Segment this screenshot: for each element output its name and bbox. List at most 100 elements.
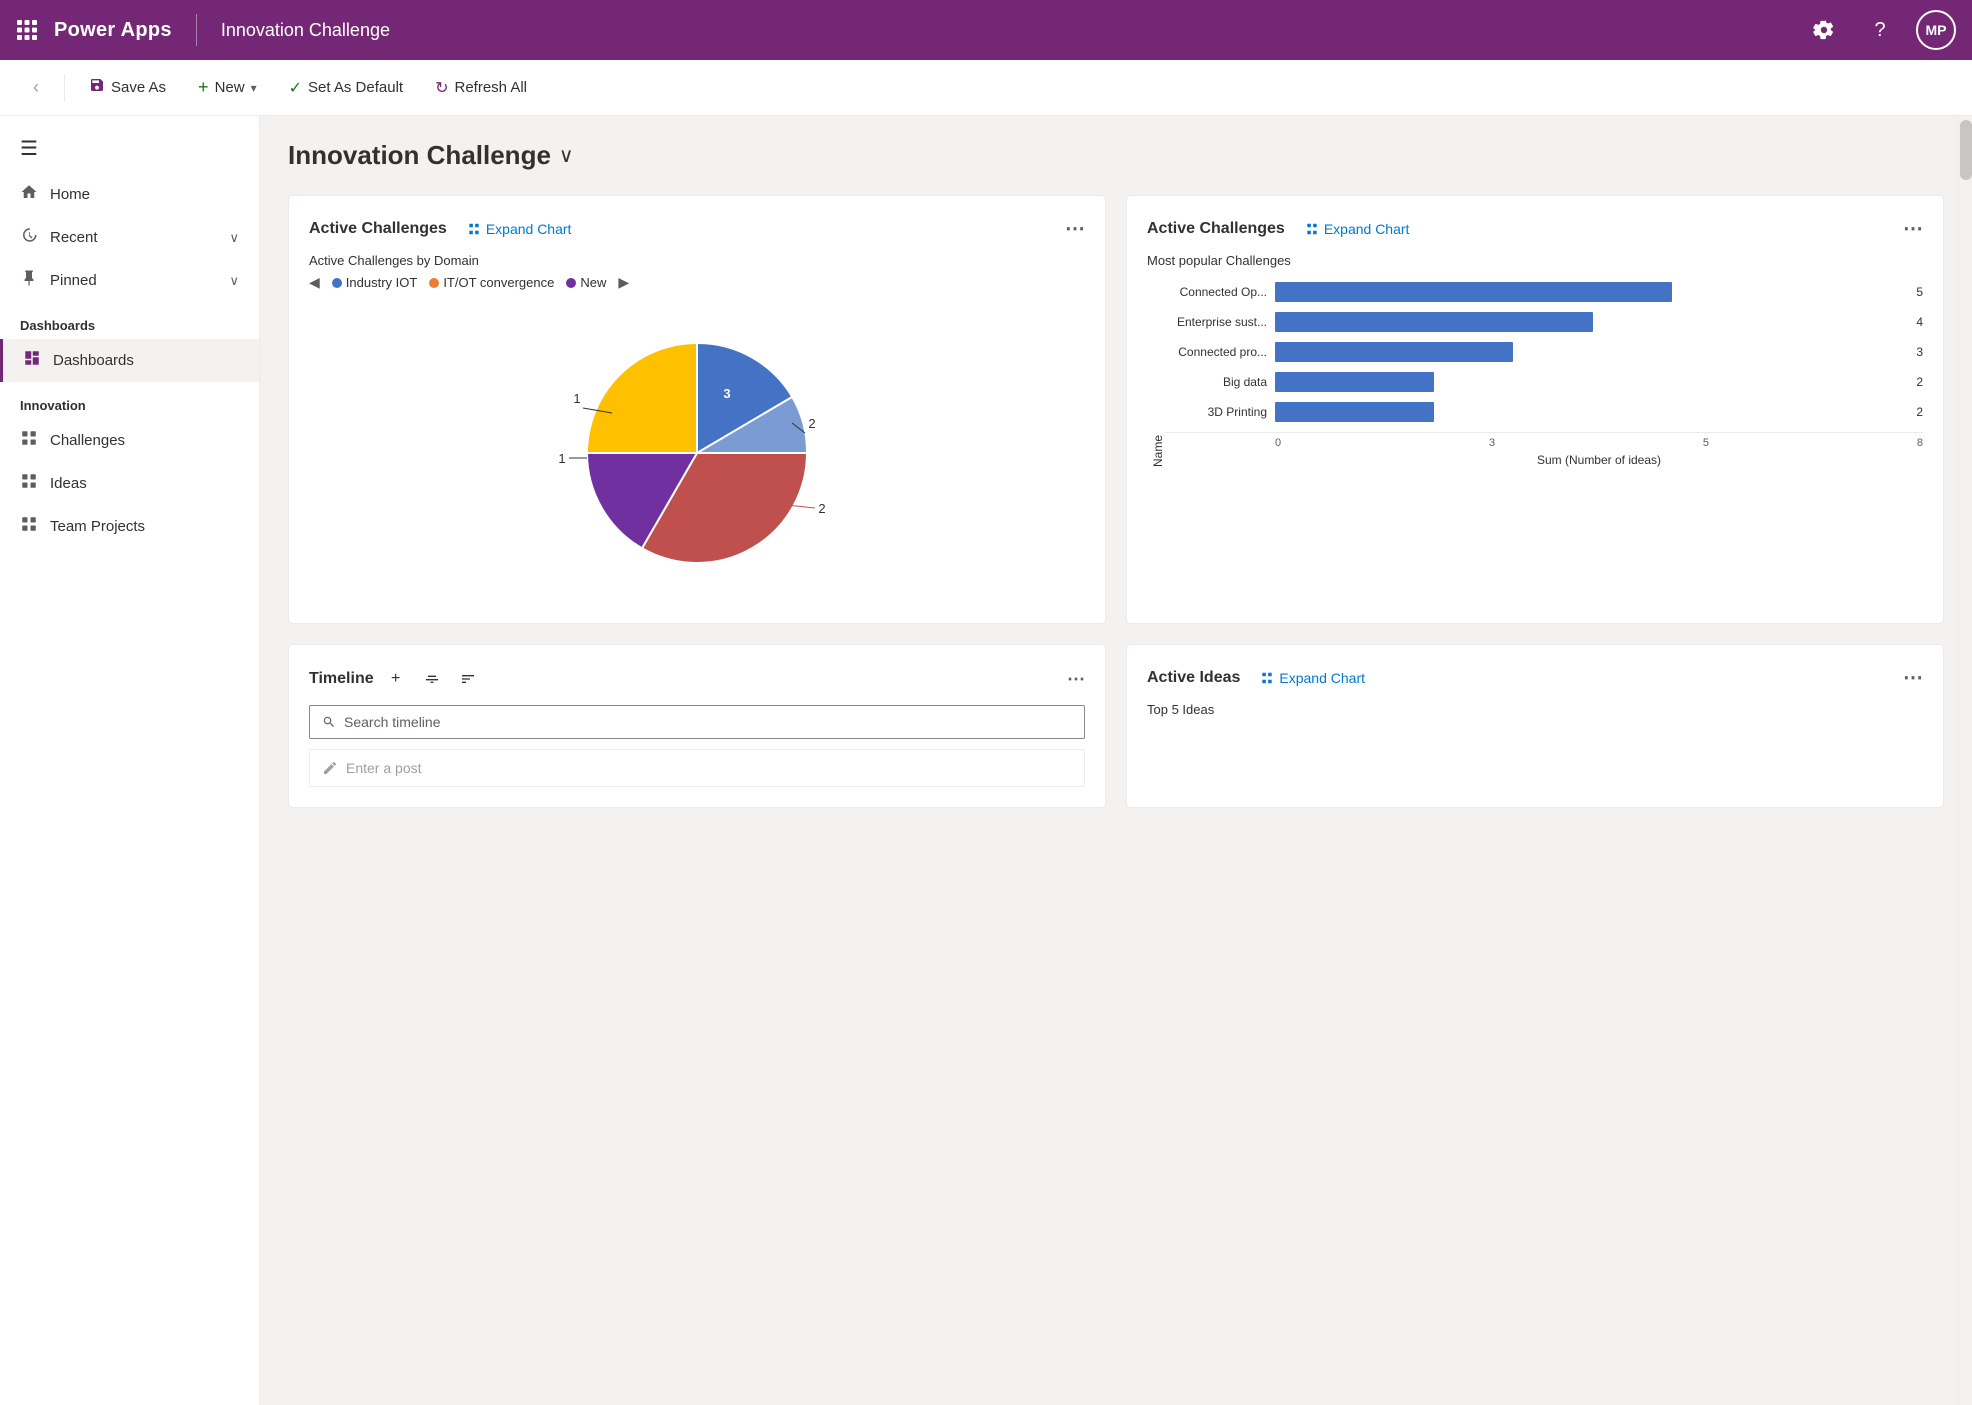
active-challenges-bar-card: Active Challenges Expand Chart ⋯ Most po… [1126, 195, 1944, 624]
back-button[interactable]: ‹ [20, 72, 52, 104]
home-icon [20, 183, 38, 206]
recent-label: Recent [50, 229, 98, 246]
sidebar-item-ideas[interactable]: Ideas [0, 462, 259, 505]
scrollbar-thumb[interactable] [1960, 120, 1972, 180]
bar-label-0: Connected Op... [1165, 285, 1275, 299]
ideas-card-title: Active Ideas [1147, 669, 1240, 687]
help-icon-btn[interactable]: ? [1860, 10, 1900, 50]
bar-track-1 [1275, 312, 1910, 332]
bar-row-3: Big data 2 [1165, 372, 1923, 392]
pinned-chevron-icon: ∨ [229, 273, 239, 289]
pie-chart-container: 3 2 2 1 1 [309, 303, 1085, 603]
active-challenges-pie-card: Active Challenges Expand Chart ⋯ Active … [288, 195, 1106, 624]
set-default-label: Set As Default [308, 79, 403, 96]
ideas-card-subtitle: Top 5 Ideas [1147, 702, 1923, 717]
set-default-button[interactable]: ✓ Set As Default [277, 72, 415, 104]
timeline-search-box[interactable]: Search timeline [309, 705, 1085, 739]
pie-card-header: Active Challenges Expand Chart ⋯ [309, 216, 1085, 241]
svg-text:2: 2 [808, 416, 815, 431]
bar-row-0: Connected Op... 5 [1165, 282, 1923, 302]
user-avatar[interactable]: MP [1916, 10, 1956, 50]
legend-next-btn[interactable]: ▶ [618, 274, 629, 291]
legend-item-itot: IT/OT convergence [429, 275, 554, 290]
save-icon [89, 77, 105, 98]
bar-track-2 [1275, 342, 1910, 362]
bar-value-3: 2 [1910, 375, 1923, 389]
bar-card-header: Active Challenges Expand Chart ⋯ [1147, 216, 1923, 241]
sidebar-item-challenges[interactable]: Challenges [0, 419, 259, 462]
toolbar-separator-1 [64, 74, 65, 102]
page-title-chevron-icon[interactable]: ∨ [559, 143, 574, 168]
hamburger-menu[interactable]: ☰ [0, 124, 259, 173]
pie-card-more-btn[interactable]: ⋯ [1065, 216, 1085, 241]
team-projects-icon [20, 515, 38, 538]
bar-track-4 [1275, 402, 1910, 422]
gear-icon-btn[interactable] [1804, 10, 1844, 50]
sidebar-item-dashboards[interactable]: Dashboards [0, 339, 259, 382]
bar-expand-chart-btn[interactable]: Expand Chart [1305, 221, 1410, 237]
new-button[interactable]: + New ▾ [186, 71, 269, 104]
toolbar: ‹ Save As + New ▾ ✓ Set As Default ↻ Ref… [0, 60, 1972, 116]
timeline-filter-btn[interactable] [418, 665, 446, 693]
home-label: Home [50, 186, 90, 203]
x-axis-8: 8 [1917, 437, 1923, 449]
new-label: New [215, 79, 245, 96]
sidebar-item-recent[interactable]: Recent ∨ [0, 216, 259, 259]
pie-expand-chart-btn[interactable]: Expand Chart [467, 221, 572, 237]
bar-rows-container: Connected Op... 5 Enterprise sust... [1165, 282, 1923, 467]
timeline-post-placeholder: Enter a post [346, 760, 422, 776]
ideas-expand-chart-btn[interactable]: Expand Chart [1260, 670, 1365, 686]
new-icon: + [198, 77, 209, 98]
refresh-all-button[interactable]: ↻ Refresh All [423, 72, 539, 104]
ideas-icon [20, 472, 38, 495]
active-ideas-card: Active Ideas Expand Chart ⋯ Top 5 Ideas [1126, 644, 1944, 808]
page-title-row: Innovation Challenge ∨ [288, 140, 1944, 171]
pinned-label: Pinned [50, 272, 97, 289]
bar-value-4: 2 [1910, 405, 1923, 419]
timeline-more-btn[interactable]: ⋯ [1067, 669, 1085, 690]
refresh-all-label: Refresh All [454, 79, 527, 96]
sidebar-item-team-projects[interactable]: Team Projects [0, 505, 259, 548]
ideas-card-more-btn[interactable]: ⋯ [1903, 665, 1923, 690]
content-area: Innovation Challenge ∨ Active Challenges… [260, 116, 1972, 1405]
challenges-icon [20, 429, 38, 452]
edit-icon [322, 760, 338, 776]
bar-fill-4 [1275, 402, 1434, 422]
timeline-search-placeholder: Search timeline [344, 714, 441, 730]
bar-value-0: 5 [1910, 285, 1923, 299]
challenges-label: Challenges [50, 432, 125, 449]
pie-card-subtitle: Active Challenges by Domain [309, 253, 1085, 268]
legend-prev-btn[interactable]: ◀ [309, 274, 320, 291]
legend-label-industry-iot: Industry IOT [346, 275, 418, 290]
save-as-label: Save As [111, 79, 166, 96]
timeline-post-input[interactable]: Enter a post [309, 749, 1085, 787]
bar-label-1: Enterprise sust... [1165, 315, 1275, 329]
sidebar-item-home[interactable]: Home [0, 173, 259, 216]
svg-text:2: 2 [818, 501, 825, 516]
bar-row-4: 3D Printing 2 [1165, 402, 1923, 422]
timeline-sort-btn[interactable] [454, 665, 482, 693]
ideas-card-header: Active Ideas Expand Chart ⋯ [1147, 665, 1923, 690]
sidebar: ☰ Home Recent ∨ Pinned ∨ Dashboards [0, 116, 260, 1405]
recent-chevron-icon: ∨ [229, 230, 239, 246]
page-title: Innovation Challenge [288, 140, 551, 171]
sidebar-item-pinned[interactable]: Pinned ∨ [0, 259, 259, 302]
innovation-section-title: Innovation [0, 382, 259, 419]
new-chevron-icon[interactable]: ▾ [251, 81, 257, 95]
timeline-add-btn[interactable]: + [382, 665, 410, 693]
save-as-button[interactable]: Save As [77, 71, 178, 104]
refresh-icon: ↻ [435, 78, 448, 98]
grid-icon[interactable] [16, 19, 38, 41]
bar-row-1: Enterprise sust... 4 [1165, 312, 1923, 332]
legend-dot-industry-iot [332, 278, 342, 288]
legend-dot-new [566, 278, 576, 288]
pie-expand-label: Expand Chart [486, 221, 572, 237]
svg-text:1: 1 [573, 391, 580, 406]
bar-expand-label: Expand Chart [1324, 221, 1410, 237]
bar-card-more-btn[interactable]: ⋯ [1903, 216, 1923, 241]
bar-chart-container: Name Connected Op... 5 Enterprise sust..… [1147, 274, 1923, 475]
bar-row-2: Connected pro... 3 [1165, 342, 1923, 362]
pinned-icon [20, 269, 38, 292]
bar-fill-2 [1275, 342, 1513, 362]
x-axis-5: 5 [1703, 437, 1709, 449]
